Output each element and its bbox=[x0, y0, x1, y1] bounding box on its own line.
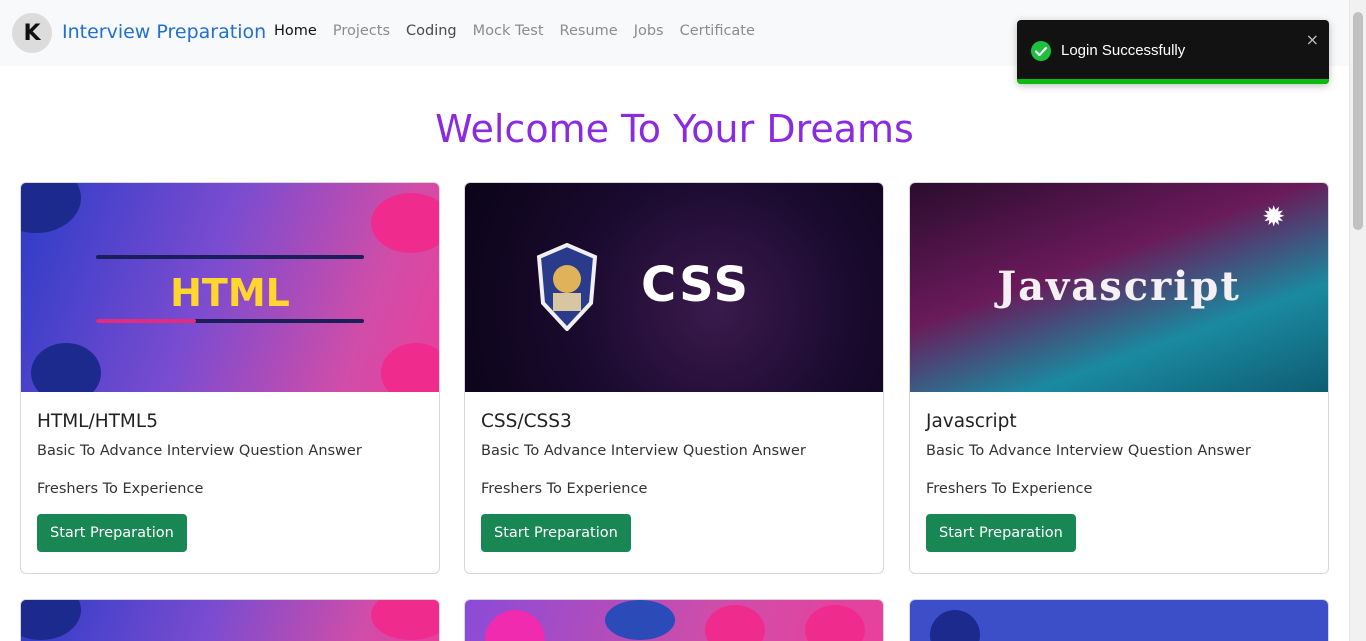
card-title: CSS/CSS3 bbox=[481, 411, 572, 432]
card-banner-image bbox=[21, 600, 439, 641]
css-banner-image: CSS bbox=[465, 183, 883, 392]
card-subtext: Freshers To Experience bbox=[481, 481, 648, 497]
page-title: Welcome To Your Dreams bbox=[435, 107, 914, 151]
nav-menu: Home Projects Coding Mock Test Resume Jo… bbox=[274, 23, 771, 39]
javascript-banner-image: ✹ Javascript bbox=[910, 183, 1328, 392]
card-text: Basic To Advance Interview Question Answ… bbox=[37, 443, 362, 459]
brand-name[interactable]: Interview Preparation bbox=[62, 21, 266, 43]
scrollbar-thumb[interactable] bbox=[1353, 12, 1363, 230]
nav-resume[interactable]: Resume bbox=[560, 23, 618, 39]
nav-home[interactable]: Home bbox=[274, 23, 317, 39]
toast-message: Login Successfully bbox=[1061, 42, 1186, 59]
start-preparation-button[interactable]: Start Preparation bbox=[481, 514, 631, 552]
nav-coding[interactable]: Coding bbox=[406, 23, 457, 39]
sparkle-icon: ✹ bbox=[1262, 200, 1286, 233]
html-banner-text: HTML bbox=[170, 271, 290, 315]
check-circle-icon bbox=[1031, 41, 1051, 61]
card-title: Javascript bbox=[926, 411, 1017, 432]
nav-projects[interactable]: Projects bbox=[333, 23, 390, 39]
close-icon[interactable]: × bbox=[1306, 30, 1319, 49]
card-row2-1 bbox=[20, 599, 440, 641]
toast-progress-bar bbox=[1017, 79, 1329, 84]
card-banner-image bbox=[465, 600, 883, 641]
card-javascript: ✹ Javascript Javascript Basic To Advance… bbox=[909, 182, 1329, 574]
card-text: Basic To Advance Interview Question Answ… bbox=[481, 443, 806, 459]
scrollbar[interactable] bbox=[1349, 0, 1366, 641]
card-html: HTML HTML/HTML5 Basic To Advance Intervi… bbox=[20, 182, 440, 574]
card-text: Basic To Advance Interview Question Answ… bbox=[926, 443, 1251, 459]
card-subtext: Freshers To Experience bbox=[37, 481, 204, 497]
nav-jobs[interactable]: Jobs bbox=[634, 23, 664, 39]
start-preparation-button[interactable]: Start Preparation bbox=[37, 514, 187, 552]
card-row2-2 bbox=[464, 599, 884, 641]
nav-certificate[interactable]: Certificate bbox=[680, 23, 755, 39]
card-title: HTML/HTML5 bbox=[37, 411, 158, 432]
start-preparation-button[interactable]: Start Preparation bbox=[926, 514, 1076, 552]
javascript-banner-text: Javascript bbox=[997, 263, 1241, 310]
shield-icon bbox=[535, 242, 599, 332]
toast-notification: Login Successfully × bbox=[1017, 20, 1329, 84]
card-css: CSS CSS/CSS3 Basic To Advance Interview … bbox=[464, 182, 884, 574]
css-banner-text: CSS bbox=[641, 257, 751, 313]
card-row2-3 bbox=[909, 599, 1329, 641]
card-banner-image bbox=[910, 600, 1328, 641]
card-subtext: Freshers To Experience bbox=[926, 481, 1093, 497]
logo-icon[interactable]: K bbox=[12, 13, 52, 53]
nav-mock-test[interactable]: Mock Test bbox=[473, 23, 544, 39]
html-banner-image: HTML bbox=[21, 183, 439, 392]
